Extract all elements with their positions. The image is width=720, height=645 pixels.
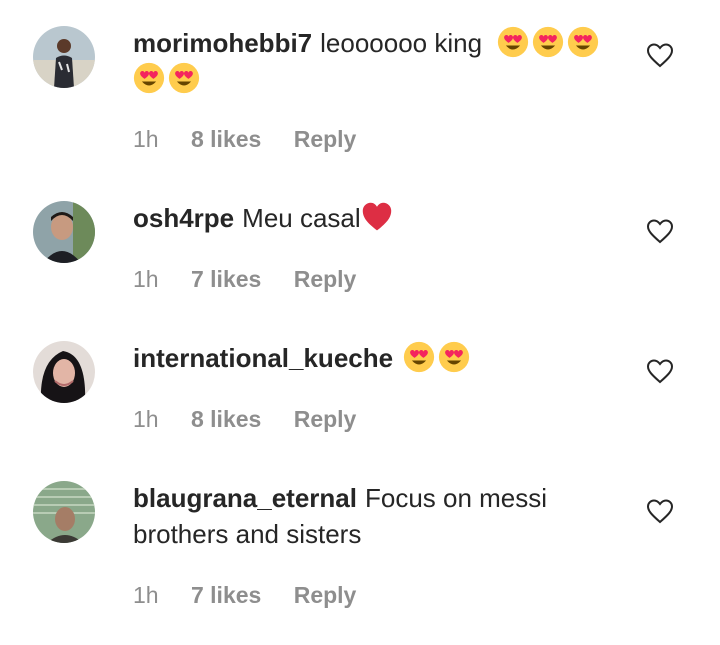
comment-username[interactable]: blaugrana_eternal: [133, 483, 357, 513]
heart-eyes-emoji: [438, 341, 470, 373]
likes-count[interactable]: 8 likes: [191, 126, 261, 152]
heart-outline-icon[interactable]: [646, 42, 674, 68]
comment-meta: 1h 7 likes Reply: [133, 580, 382, 610]
heart-eyes-emoji: [168, 62, 200, 94]
heart-eyes-emoji: [133, 62, 165, 94]
reply-button[interactable]: Reply: [294, 406, 357, 432]
comment-text: blaugrana_eternal Focus on messi brothers…: [133, 480, 613, 552]
avatar[interactable]: [33, 201, 95, 263]
comment-message: leoooooo king: [320, 28, 483, 58]
avatar[interactable]: [33, 481, 95, 543]
comment-username[interactable]: osh4rpe: [133, 203, 234, 233]
likes-count[interactable]: 7 likes: [191, 582, 261, 608]
red-heart-emoji: [362, 202, 391, 231]
comment-meta: 1h 8 likes Reply: [133, 404, 382, 434]
comment-text: morimohebbi7 leoooooo king: [133, 25, 613, 97]
comment-message: Meu casal: [242, 203, 361, 233]
comment-username[interactable]: morimohebbi7: [133, 28, 312, 58]
comment-time: 1h: [133, 266, 159, 292]
reply-button[interactable]: Reply: [294, 126, 357, 152]
reply-button[interactable]: Reply: [294, 266, 357, 292]
heart-outline-icon[interactable]: [646, 218, 674, 244]
comment-time: 1h: [133, 406, 159, 432]
comment-text: osh4rpe Meu casal: [133, 200, 613, 236]
comment-text: international_kueche: [133, 340, 613, 376]
heart-eyes-emoji: [533, 26, 564, 58]
comment-meta: 1h 8 likes Reply: [133, 124, 382, 154]
comment-time: 1h: [133, 582, 159, 608]
heart-eyes-emoji: [403, 341, 435, 373]
likes-count[interactable]: 7 likes: [191, 266, 261, 292]
likes-count[interactable]: 8 likes: [191, 406, 261, 432]
heart-outline-icon[interactable]: [646, 358, 674, 384]
reply-button[interactable]: Reply: [294, 582, 357, 608]
comment-username[interactable]: international_kueche: [133, 343, 393, 373]
avatar[interactable]: [33, 341, 95, 403]
comment-time: 1h: [133, 126, 159, 152]
heart-eyes-emoji: [498, 26, 529, 58]
heart-eyes-emoji: [568, 26, 599, 58]
comment-meta: 1h 7 likes Reply: [133, 264, 382, 294]
heart-outline-icon[interactable]: [646, 498, 674, 524]
avatar[interactable]: [33, 26, 95, 88]
